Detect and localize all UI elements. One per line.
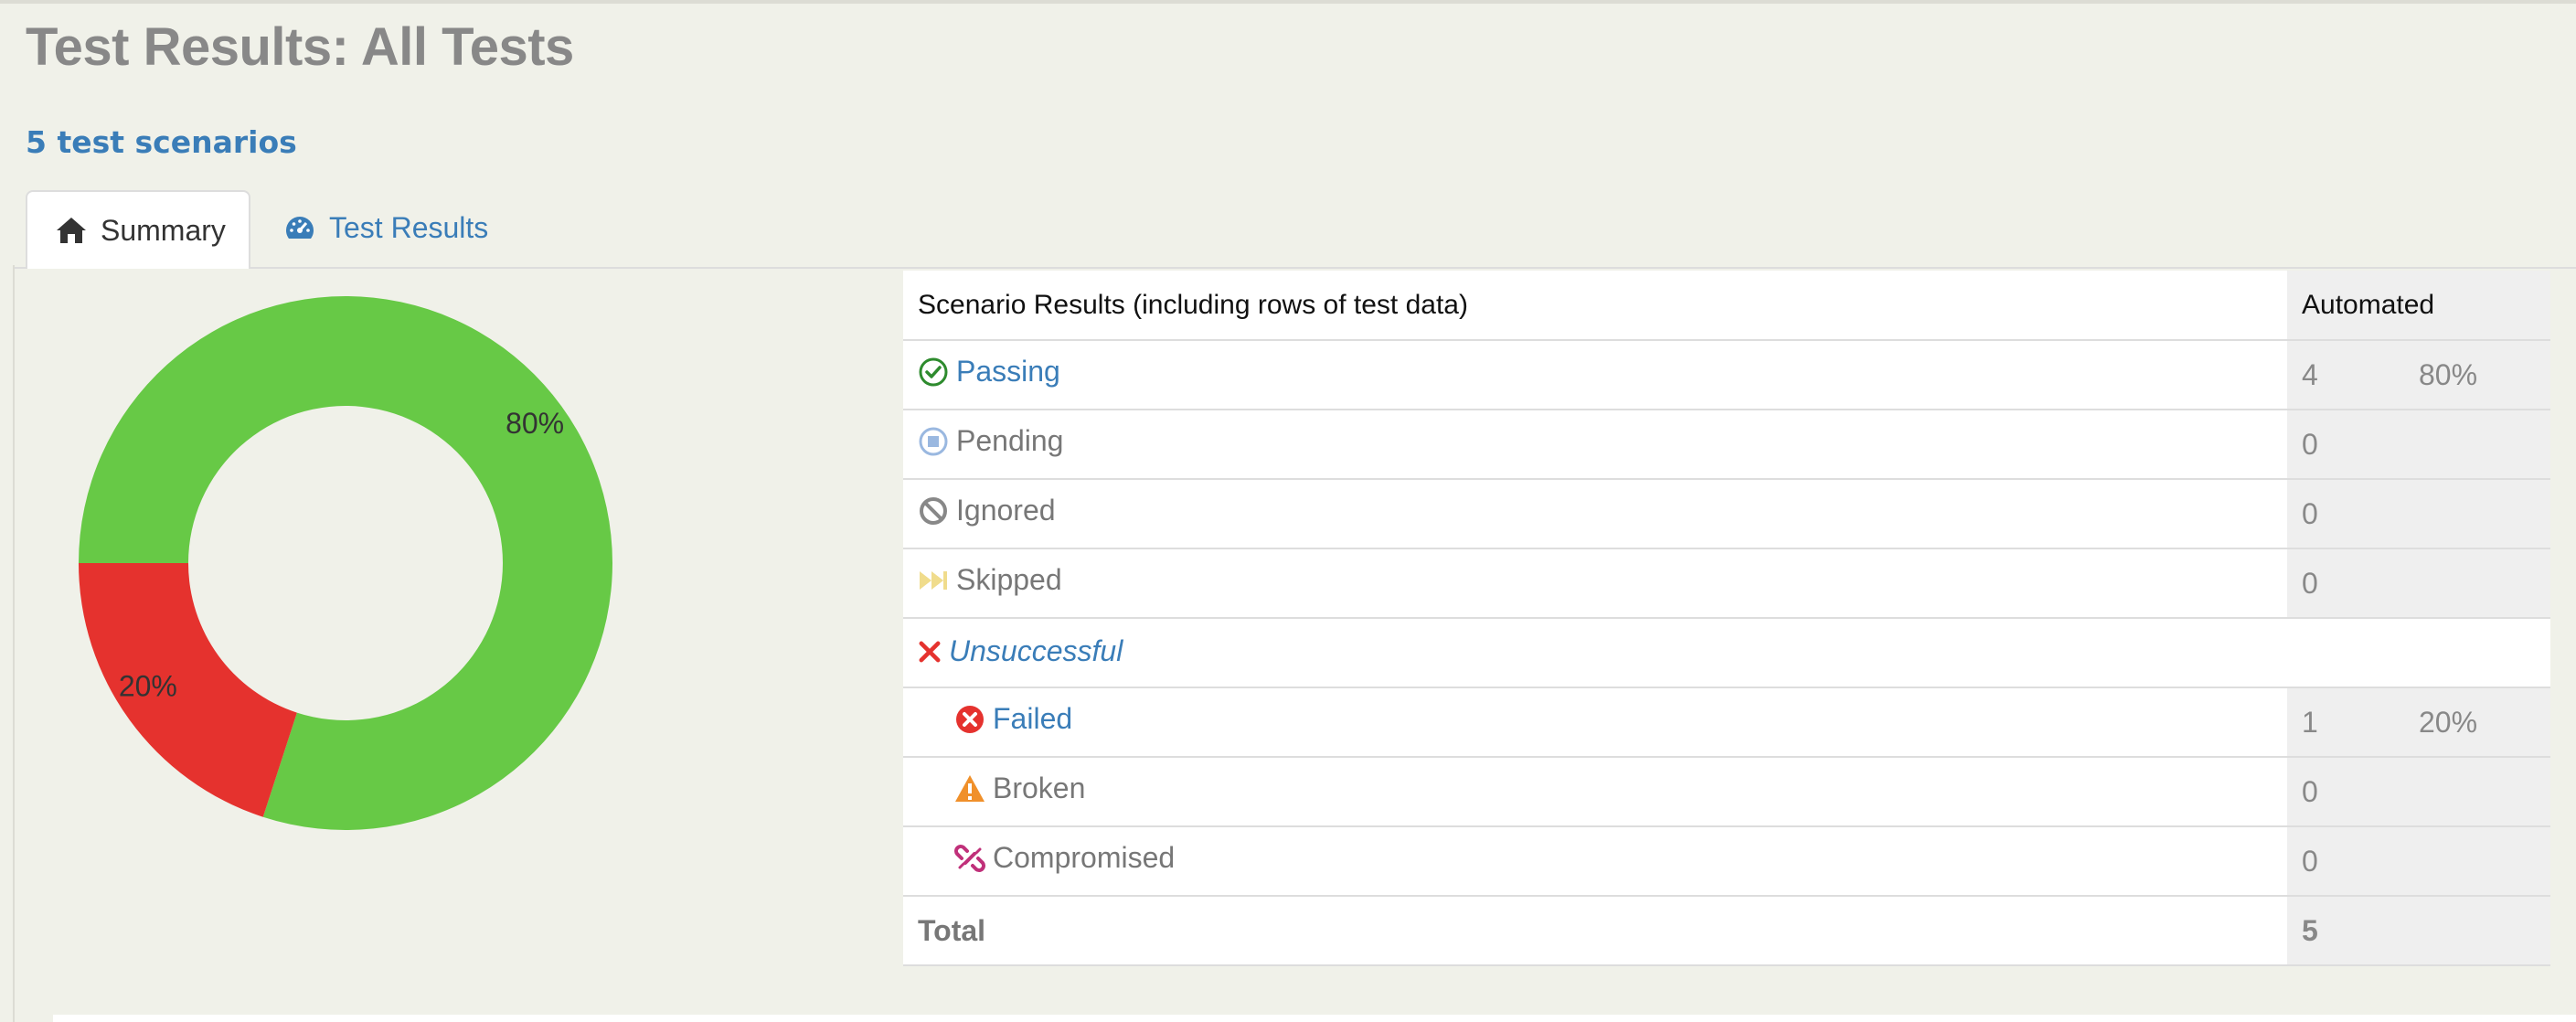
failed-count: 1 bbox=[2287, 687, 2419, 758]
table-row-ignored: Ignored 0 bbox=[903, 479, 2550, 549]
broken-label: Broken bbox=[993, 772, 1086, 805]
donut-label-0: 80% bbox=[506, 407, 564, 440]
compromised-percent bbox=[2419, 826, 2550, 897]
table-row-compromised: Compromised 0 bbox=[903, 826, 2550, 897]
table-row-pending: Pending 0 bbox=[903, 410, 2550, 480]
total-label: Total bbox=[903, 896, 2287, 966]
table-row-broken: Broken 0 bbox=[903, 757, 2550, 827]
donut-label-1: 20% bbox=[119, 670, 177, 703]
fast-forward-icon bbox=[920, 570, 947, 590]
header-scenario-results: Scenario Results (including rows of test… bbox=[903, 271, 2287, 341]
stop-circle-icon bbox=[919, 427, 948, 456]
failed-percent: 20% bbox=[2419, 687, 2550, 758]
broken-link-icon bbox=[954, 844, 985, 872]
compromised-label: Compromised bbox=[993, 841, 1176, 875]
failed-link[interactable]: Failed bbox=[993, 702, 1072, 736]
bottom-panel-edge bbox=[53, 1015, 2576, 1022]
total-count: 5 bbox=[2287, 896, 2419, 966]
x-circle-icon bbox=[956, 705, 984, 733]
table-row-skipped: Skipped 0 bbox=[903, 548, 2550, 619]
tab-summary-label: Summary bbox=[101, 213, 226, 247]
total-percent bbox=[2419, 896, 2550, 966]
ignored-label: Ignored bbox=[956, 494, 1056, 527]
pending-percent bbox=[2419, 410, 2550, 480]
top-divider bbox=[0, 0, 2576, 4]
skipped-count: 0 bbox=[2287, 548, 2419, 619]
ignored-count: 0 bbox=[2287, 479, 2419, 549]
warning-triangle-icon bbox=[955, 774, 985, 802]
tab-summary[interactable]: Summary bbox=[26, 190, 250, 269]
results-donut-chart: 80% 20% bbox=[79, 296, 612, 830]
scenario-count: 5 test scenarios bbox=[26, 124, 297, 160]
left-divider bbox=[13, 265, 15, 1022]
check-circle-icon bbox=[919, 357, 948, 387]
passing-percent: 80% bbox=[2419, 340, 2550, 410]
table-header-row: Scenario Results (including rows of test… bbox=[903, 271, 2550, 341]
tabs-baseline bbox=[15, 267, 2576, 269]
scenario-results-table: Scenario Results (including rows of test… bbox=[903, 271, 2550, 966]
broken-percent bbox=[2419, 757, 2550, 827]
x-icon bbox=[919, 641, 941, 663]
home-icon bbox=[55, 216, 88, 245]
pending-label: Pending bbox=[956, 424, 1064, 458]
skipped-percent bbox=[2419, 548, 2550, 619]
ban-icon bbox=[920, 496, 947, 525]
table-row-total: Total 5 bbox=[903, 896, 2550, 966]
compromised-count: 0 bbox=[2287, 826, 2419, 897]
passing-count: 4 bbox=[2287, 340, 2419, 410]
pending-count: 0 bbox=[2287, 410, 2419, 480]
skipped-label: Skipped bbox=[956, 563, 1062, 597]
donut-slice-1 bbox=[79, 563, 297, 817]
dashboard-gauge-icon bbox=[283, 213, 316, 242]
ignored-percent bbox=[2419, 479, 2550, 549]
table-row-passing: Passing 4 80% bbox=[903, 340, 2550, 410]
table-row-failed: Failed 1 20% bbox=[903, 687, 2550, 758]
unsuccessful-link[interactable]: Unsuccessful bbox=[949, 634, 1123, 668]
broken-count: 0 bbox=[2287, 757, 2419, 827]
tab-test-results-label: Test Results bbox=[329, 210, 489, 244]
tab-test-results[interactable]: Test Results bbox=[282, 188, 488, 267]
page-title: Test Results: All Tests bbox=[26, 17, 574, 77]
passing-link[interactable]: Passing bbox=[956, 355, 1060, 389]
table-row-unsuccessful: Unsuccessful bbox=[903, 618, 2550, 688]
header-automated: Automated bbox=[2287, 271, 2550, 341]
